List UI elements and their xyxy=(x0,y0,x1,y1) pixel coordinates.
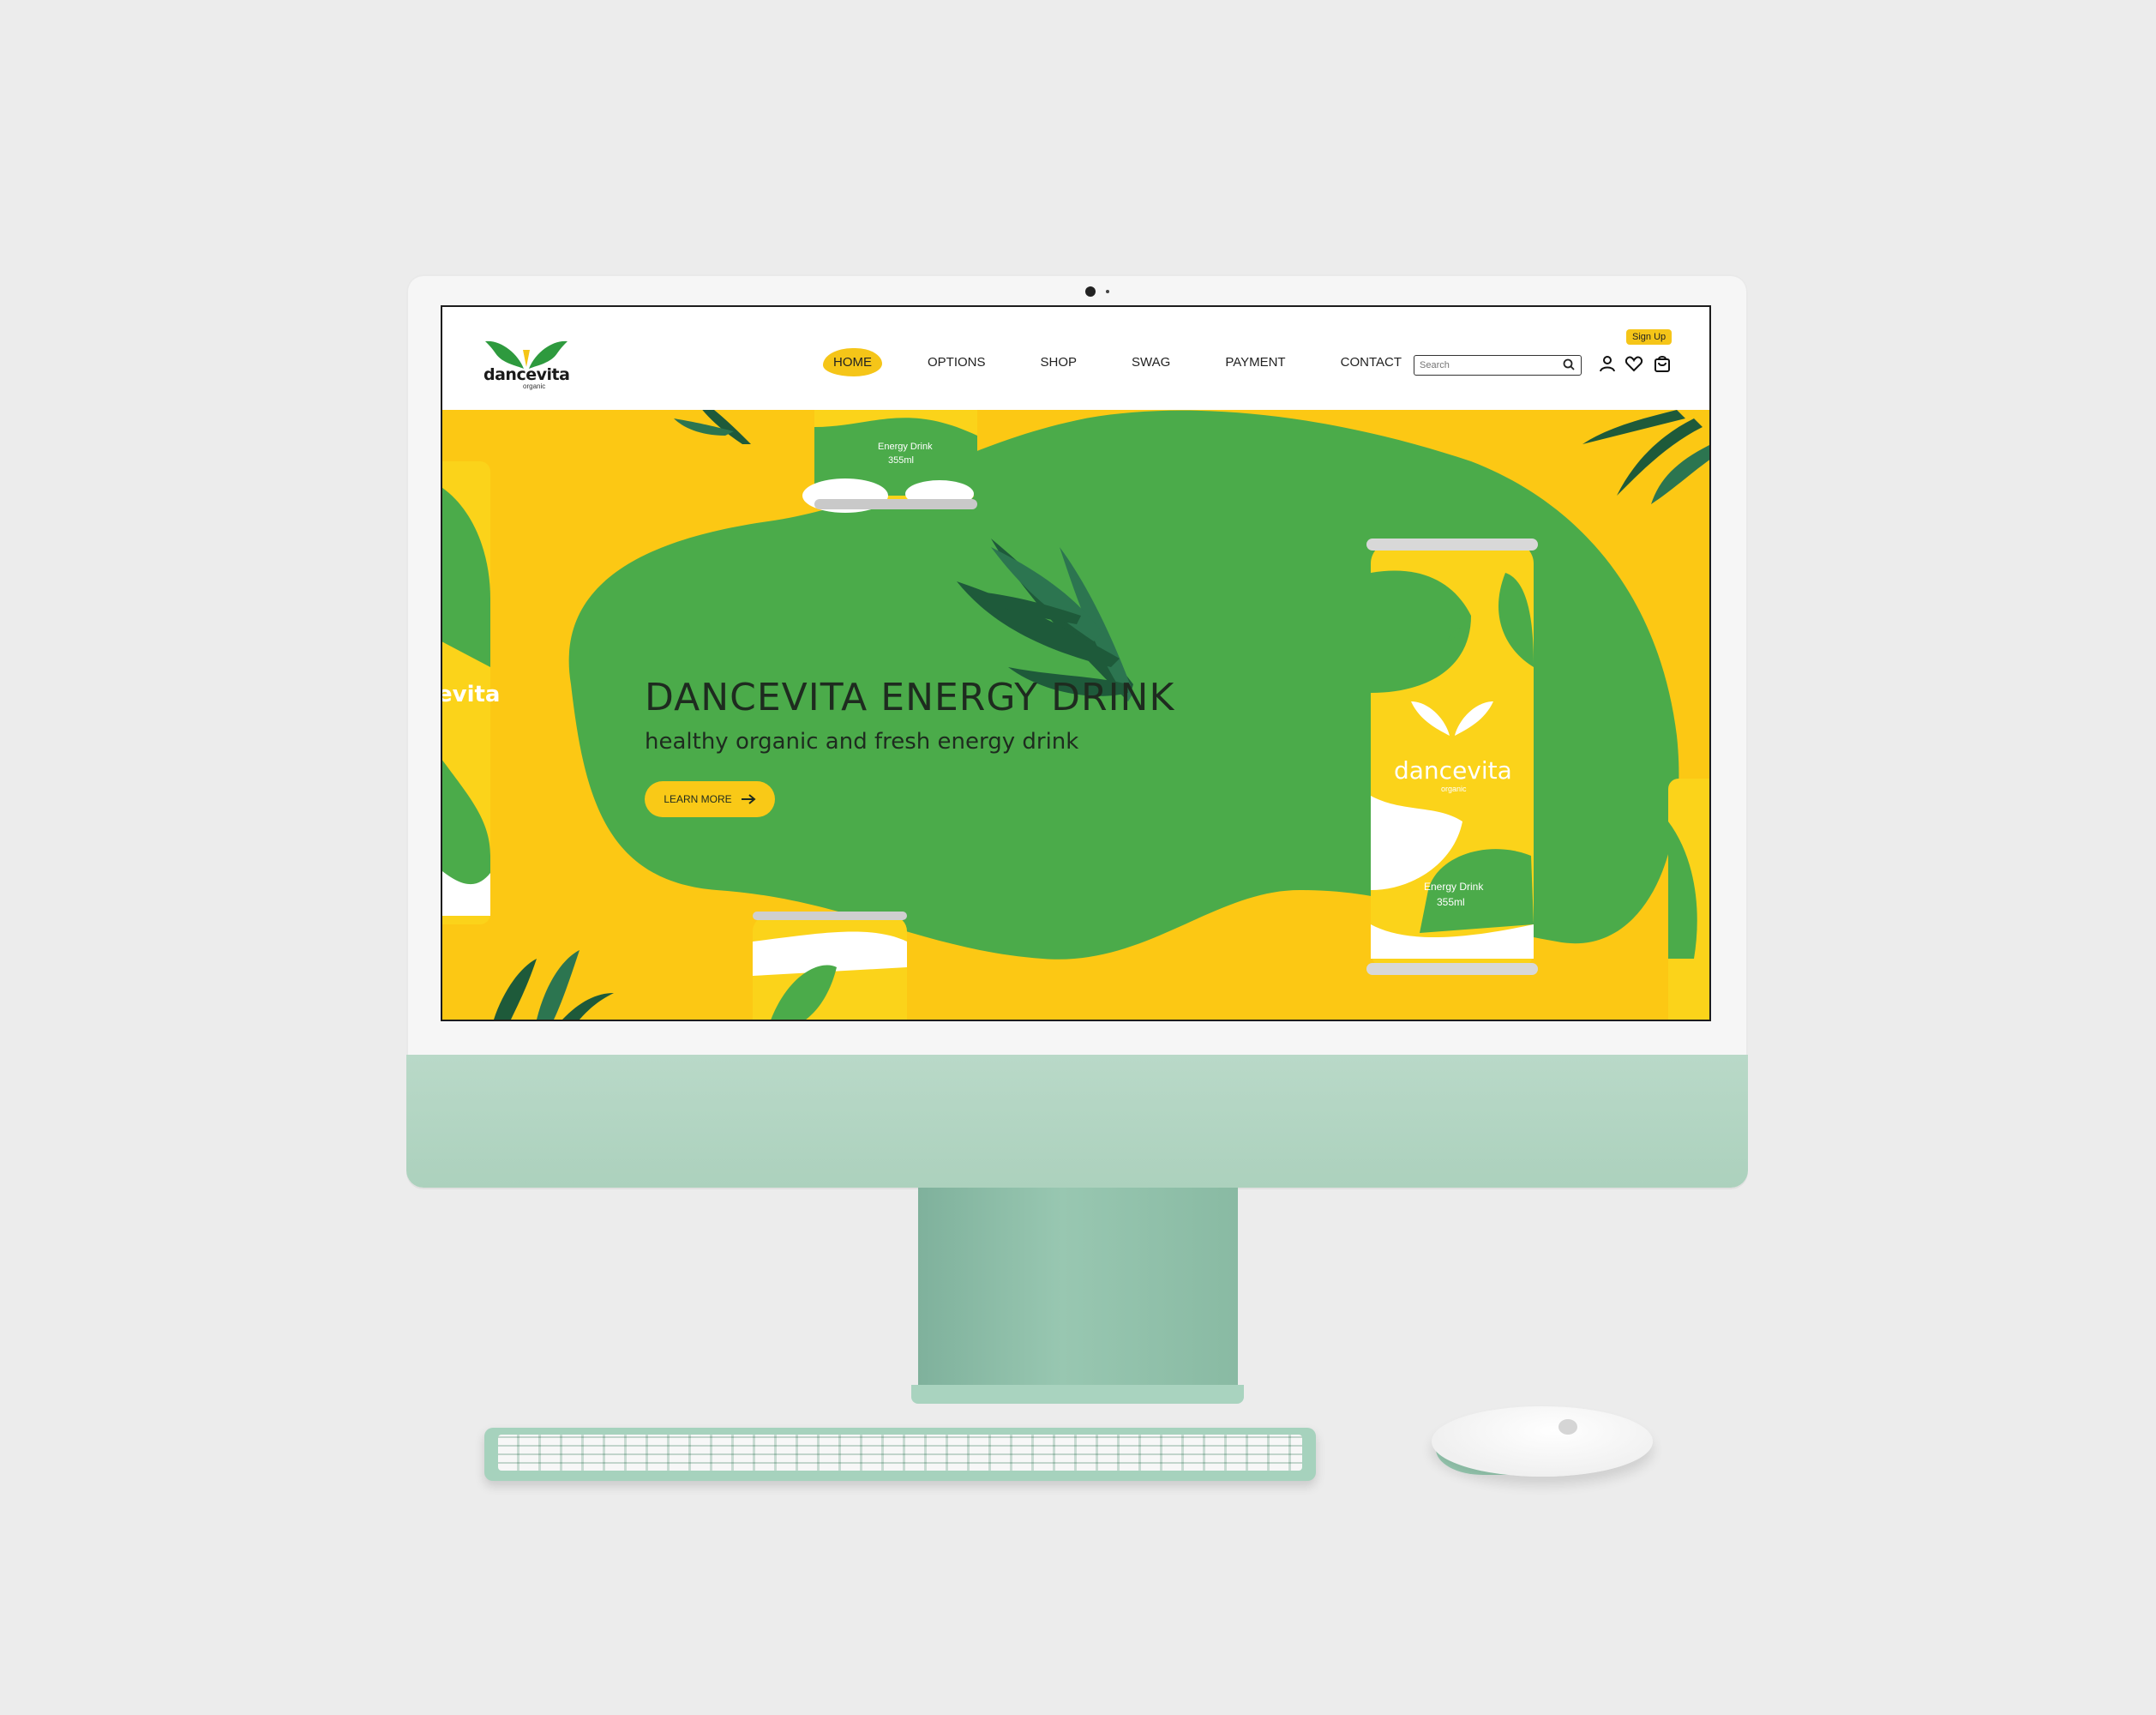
nav-item-shop[interactable]: SHOP xyxy=(1031,350,1087,375)
arrow-right-icon xyxy=(741,794,756,804)
can-bottom-image xyxy=(753,912,907,1020)
monitor-chin xyxy=(406,1055,1748,1188)
hero-banner: Energy Drink 355ml evita dancevita organ… xyxy=(442,410,1709,1020)
site-header: dancevita organic HOME OPTIONS SHOP SWAG… xyxy=(442,307,1709,410)
can-product-label: Energy Drink xyxy=(1424,881,1484,893)
hero-title: DANCEVITA ENERGY DRINK xyxy=(645,676,1175,719)
camera-sensor xyxy=(1106,290,1109,293)
palm-leaf-top-left xyxy=(674,410,751,444)
can-sub-label: organic xyxy=(1441,785,1467,793)
search-box xyxy=(1414,355,1582,376)
can-left-image: evita xyxy=(442,461,500,924)
palm-leaf-top-right xyxy=(1582,410,1709,504)
main-nav: HOME OPTIONS SHOP SWAG PAYMENT CONTACT xyxy=(823,348,1447,376)
cart-icon[interactable] xyxy=(1653,354,1672,373)
nav-item-home[interactable]: HOME xyxy=(823,348,882,376)
brand-name: dancevita xyxy=(483,365,570,384)
search-icon[interactable] xyxy=(1562,358,1576,371)
can-top-product: Energy Drink xyxy=(878,442,933,452)
can-top-image: Energy Drink 355ml xyxy=(802,410,977,513)
mouse[interactable] xyxy=(1432,1406,1653,1477)
main-can-image: dancevita organic Energy Drink 355ml xyxy=(1366,539,1538,975)
can-right-partial-image xyxy=(1668,779,1709,1020)
nav-item-options[interactable]: OPTIONS xyxy=(918,350,995,375)
learn-more-button[interactable]: LEARN MORE xyxy=(645,781,775,817)
nav-item-swag[interactable]: SWAG xyxy=(1122,350,1180,375)
learn-more-label: LEARN MORE xyxy=(664,793,732,805)
search-input[interactable] xyxy=(1414,360,1562,370)
monitor-stand xyxy=(918,1188,1238,1393)
can-left-label: evita xyxy=(442,682,500,707)
user-icon[interactable] xyxy=(1598,354,1617,373)
keyboard[interactable] xyxy=(484,1428,1316,1481)
can-top-volume: 355ml xyxy=(888,455,914,466)
apple-logo-icon xyxy=(1558,1419,1577,1435)
keyboard-keys[interactable] xyxy=(498,1435,1302,1471)
browser-screen: dancevita organic HOME OPTIONS SHOP SWAG… xyxy=(441,305,1711,1021)
can-brand-label: dancevita xyxy=(1394,756,1512,785)
nav-item-contact[interactable]: CONTACT xyxy=(1331,350,1411,375)
monitor-stand-foot xyxy=(911,1385,1244,1404)
brand-subtitle: organic xyxy=(523,382,546,390)
can-volume-label: 355ml xyxy=(1437,896,1465,908)
signup-button[interactable]: Sign Up xyxy=(1626,329,1673,345)
camera-icon xyxy=(1085,286,1096,297)
nav-item-payment[interactable]: PAYMENT xyxy=(1216,350,1294,375)
hero-subtitle: healthy organic and fresh energy drink xyxy=(645,729,1079,755)
palm-leaf-bottom-left xyxy=(494,950,614,1020)
imac-monitor: dancevita organic HOME OPTIONS SHOP SWAG… xyxy=(406,274,1748,1188)
heart-icon[interactable] xyxy=(1625,354,1643,373)
